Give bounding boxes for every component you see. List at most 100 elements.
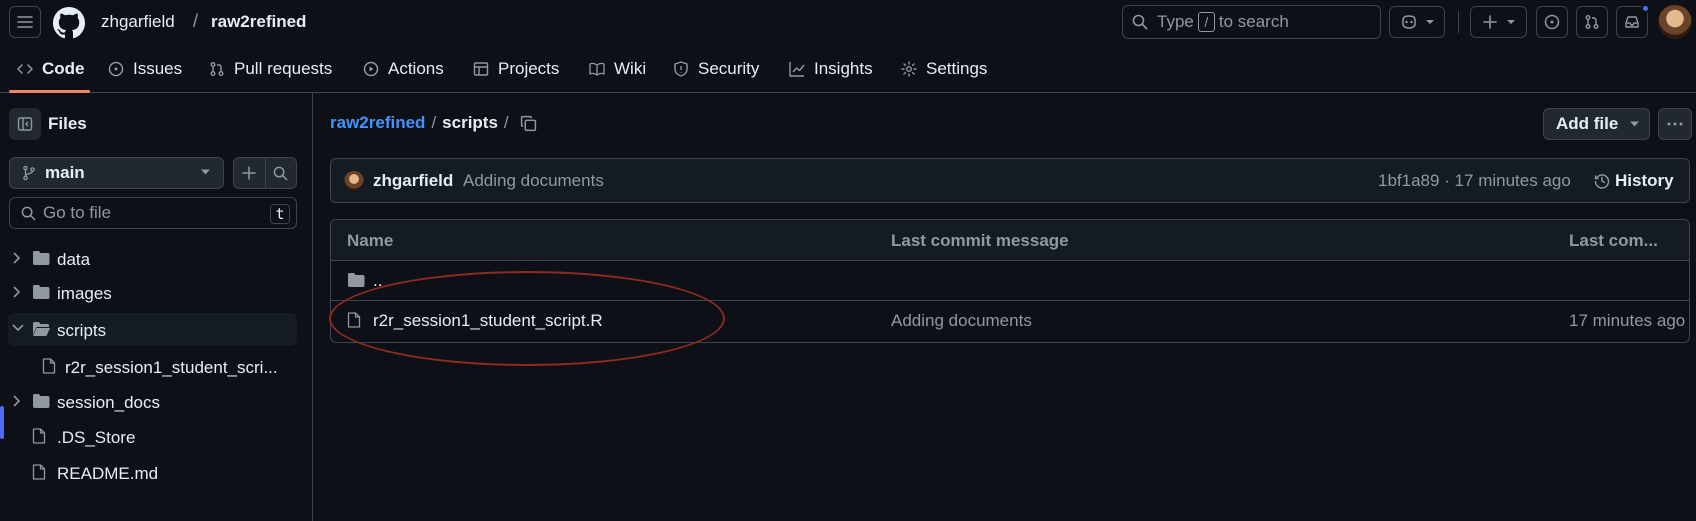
tree-item-label: images	[57, 284, 112, 303]
column-header-date: Last com...	[1569, 231, 1658, 250]
search-files-button[interactable]	[266, 158, 297, 188]
notification-dot	[1641, 4, 1650, 13]
tree-item-label: session_docs	[57, 393, 161, 412]
header-owner-link[interactable]: zhgarfield	[101, 12, 175, 32]
folder-open-icon	[32, 321, 50, 337]
column-header-name: Name	[347, 231, 394, 250]
tree-item-data[interactable]: data	[8, 242, 297, 275]
tree-item-label: .DS_Store	[57, 428, 136, 447]
tree-item-ds-store[interactable]: .DS_Store	[8, 420, 297, 453]
go-to-file-shortcut-key: t	[270, 204, 290, 224]
folder-icon	[32, 393, 50, 409]
search-icon	[1132, 14, 1148, 30]
tab-security[interactable]: Security	[673, 46, 759, 92]
table-icon	[473, 61, 489, 77]
tab-projects[interactable]: Projects	[473, 46, 559, 92]
plus-icon	[1482, 15, 1497, 29]
search-icon	[21, 206, 36, 221]
tab-wiki[interactable]: Wiki	[589, 46, 646, 92]
path-breadcrumb: raw2refined / scripts /	[330, 113, 509, 133]
sidebar-collapse-icon	[17, 116, 33, 132]
tab-label: Issues	[133, 59, 183, 78]
breadcrumb-current: scripts	[442, 113, 498, 132]
commit-sha-and-time[interactable]: 1bf1a89 · 17 minutes ago	[1378, 171, 1571, 191]
tab-actions[interactable]: Actions	[363, 46, 444, 92]
tab-pull-requests[interactable]: Pull requests	[209, 46, 332, 92]
selected-item-indicator	[0, 406, 4, 439]
plus-icon	[242, 166, 256, 180]
tab-insights[interactable]: Insights	[789, 46, 873, 92]
commit-author-link[interactable]: zhgarfield	[373, 171, 453, 191]
copilot-icon	[1400, 14, 1418, 30]
git-pull-request-icon	[209, 61, 225, 77]
tab-settings[interactable]: Settings	[901, 46, 987, 92]
commit-message-link[interactable]: Adding documents	[463, 171, 604, 191]
kebab-horizontal-icon	[1667, 122, 1683, 126]
history-icon	[1594, 173, 1610, 189]
tree-item-readme[interactable]: README.md	[8, 456, 297, 489]
tab-label: Settings	[926, 59, 988, 78]
history-button[interactable]: History	[1594, 171, 1674, 191]
add-file-label: Add file	[1556, 114, 1619, 133]
tree-item-label: scripts	[57, 321, 107, 340]
github-logo-icon[interactable]	[53, 7, 85, 39]
file-commit-message-link[interactable]: Adding documents	[891, 311, 1032, 331]
chevron-down-icon[interactable]	[12, 323, 24, 331]
sidebar-title: Files	[48, 114, 87, 133]
git-pull-request-icon	[1584, 14, 1600, 30]
menu-button[interactable]	[9, 6, 41, 38]
breadcrumb-separator: /	[431, 113, 437, 132]
branch-selector[interactable]: main	[9, 157, 224, 189]
add-file-sidebar-button[interactable]	[234, 158, 266, 188]
header-separator: /	[193, 11, 199, 31]
search-shortcut-key: /	[1197, 12, 1215, 32]
play-icon	[363, 61, 379, 77]
global-search-input[interactable]: Type / to search	[1122, 5, 1381, 39]
more-options-button[interactable]	[1658, 108, 1692, 140]
chevron-right-icon[interactable]	[12, 252, 20, 264]
issues-shortcut-button[interactable]	[1536, 6, 1568, 38]
tab-label: Projects	[498, 59, 560, 78]
pull-requests-shortcut-button[interactable]	[1576, 6, 1608, 38]
tab-label: Wiki	[614, 59, 647, 78]
folder-icon	[32, 250, 50, 266]
tab-issues[interactable]: Issues	[108, 46, 182, 92]
chevron-down-icon	[1630, 121, 1640, 127]
chevron-right-icon[interactable]	[12, 286, 20, 298]
graph-icon	[789, 61, 805, 77]
collapse-sidebar-button[interactable]	[9, 108, 41, 140]
go-to-file-input[interactable]: Go to file t	[9, 197, 297, 229]
tree-item-images[interactable]: images	[8, 276, 297, 309]
tree-item-r2r-script[interactable]: r2r_session1_student_scri...	[8, 350, 297, 383]
tree-item-label: r2r_session1_student_scri...	[65, 358, 278, 377]
chevron-down-icon	[201, 169, 210, 175]
add-file-button[interactable]: Add file	[1543, 108, 1650, 140]
tab-label: Code	[42, 59, 85, 78]
gear-icon	[901, 61, 917, 77]
breadcrumb-root-link[interactable]: raw2refined	[330, 113, 425, 133]
repo-nav-tabs: Code Issues Pull requests Actions Projec…	[0, 46, 1696, 93]
global-header: zhgarfield / raw2refined Type / to searc…	[0, 0, 1696, 46]
issue-opened-icon	[1544, 14, 1560, 30]
chevron-down-icon	[1426, 19, 1434, 25]
chevron-right-icon[interactable]	[12, 395, 20, 407]
tree-item-session-docs[interactable]: session_docs	[8, 385, 297, 418]
copy-icon[interactable]	[520, 115, 537, 132]
git-branch-icon	[22, 165, 36, 181]
commit-author-avatar[interactable]	[344, 171, 364, 191]
hamburger-icon	[17, 14, 33, 30]
file-tree-sidebar: Files main Go to file t data images scri…	[0, 93, 313, 521]
copilot-button[interactable]	[1389, 6, 1445, 38]
user-avatar[interactable]	[1658, 5, 1692, 39]
latest-commit-bar: zhgarfield Adding documents 1bf1a89 · 17…	[330, 158, 1690, 203]
sidebar-action-buttons	[233, 157, 297, 189]
search-prefix: Type	[1157, 12, 1194, 31]
tab-label: Actions	[388, 59, 444, 78]
tree-item-scripts[interactable]: scripts	[8, 313, 297, 346]
header-repo-link[interactable]: raw2refined	[211, 12, 306, 32]
branch-name: main	[45, 163, 85, 182]
tab-label: Security	[698, 59, 760, 78]
create-new-button[interactable]	[1470, 6, 1527, 38]
table-header: Name Last commit message Last com...	[331, 220, 1689, 261]
tab-code[interactable]: Code	[17, 46, 85, 92]
